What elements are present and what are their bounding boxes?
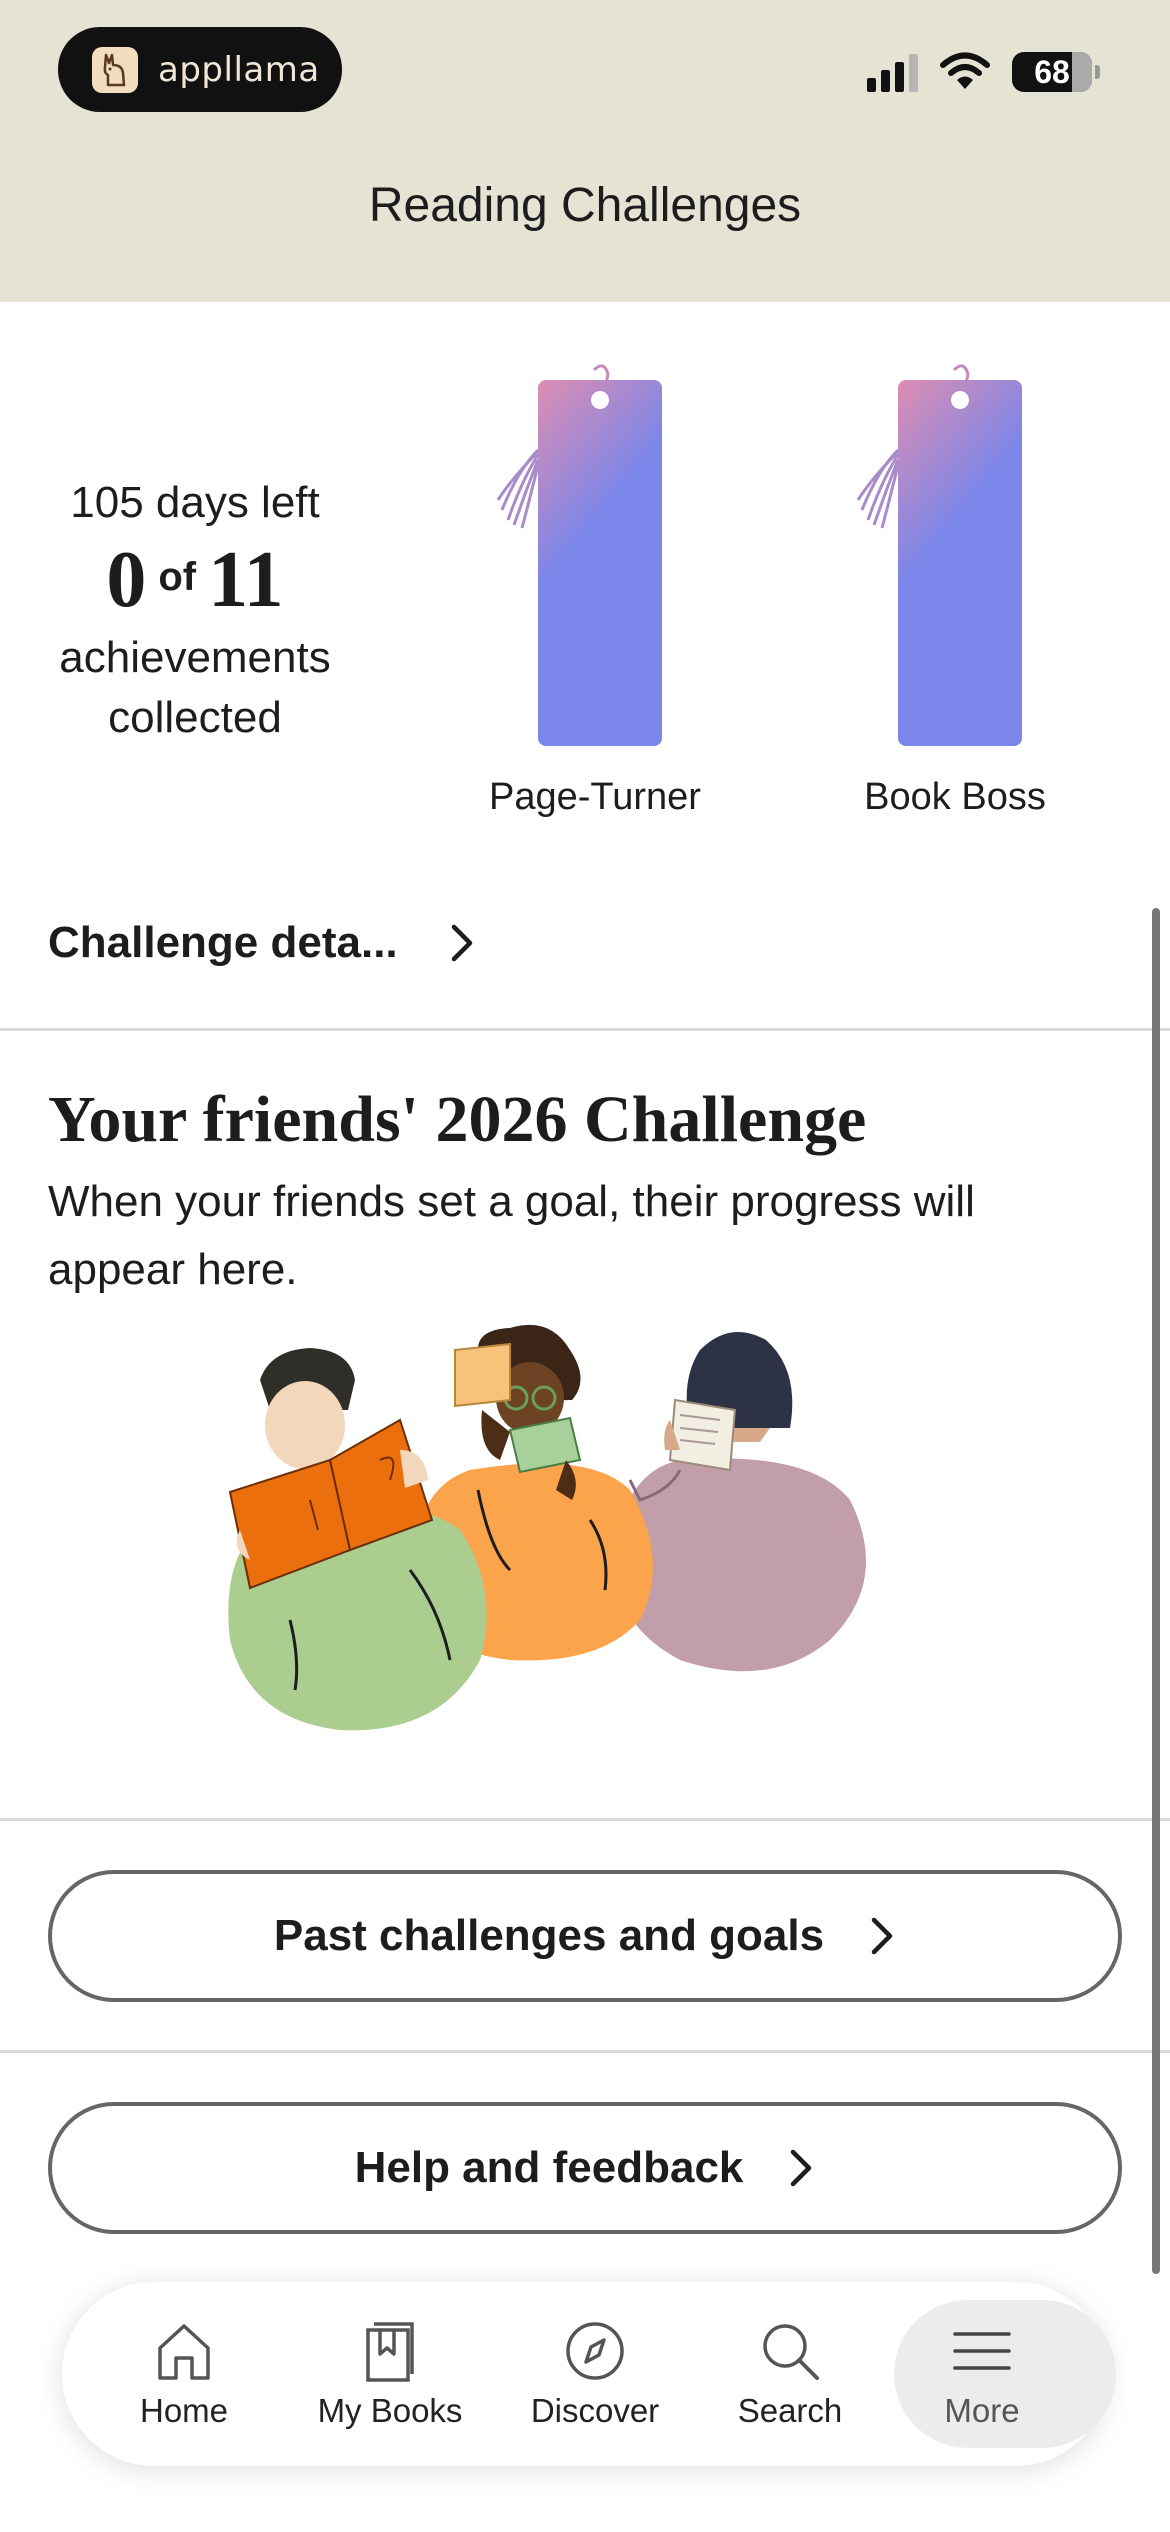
past-challenges-label: Past challenges and goals bbox=[273, 1911, 825, 1960]
bottom-tab-bar: Home My Books Discover Search More bbox=[62, 2282, 1116, 2466]
battery-icon: 68 bbox=[1012, 52, 1100, 92]
tab-my-books[interactable]: My Books bbox=[290, 2282, 490, 2466]
page-title: Reading Challenges bbox=[368, 179, 802, 232]
tab-label: Discover bbox=[530, 2392, 660, 2429]
total-count: 11 bbox=[208, 536, 284, 624]
collected-count: 0 bbox=[106, 536, 147, 624]
achievements-line2: collected bbox=[108, 693, 282, 742]
llama-logo-icon bbox=[92, 46, 138, 93]
friends-challenge-description: When your friends set a goal, their prog… bbox=[48, 1177, 975, 1294]
badge-page-turner-icon[interactable] bbox=[494, 360, 694, 750]
divider bbox=[0, 1028, 1170, 1031]
tab-label: Search bbox=[737, 2392, 843, 2429]
divider bbox=[0, 2050, 1170, 2053]
past-challenges-button[interactable]: Past challenges and goals bbox=[48, 1870, 1122, 2002]
search-icon bbox=[763, 2324, 819, 2380]
help-feedback-label: Help and feedback bbox=[354, 2143, 744, 2192]
compass-icon bbox=[566, 2322, 624, 2380]
home-icon bbox=[158, 2324, 210, 2380]
tab-label: My Books bbox=[317, 2392, 463, 2429]
status-icons: 68 bbox=[867, 52, 1100, 92]
challenge-details-label: Challenge deta... bbox=[48, 918, 398, 967]
tab-more[interactable]: More bbox=[882, 2282, 1116, 2466]
chevron-right-icon bbox=[791, 2149, 812, 2187]
tab-label: Home bbox=[139, 2392, 229, 2429]
badge-book-boss-icon[interactable] bbox=[854, 360, 1054, 750]
scrollbar[interactable] bbox=[1152, 908, 1160, 2274]
app-brand-pill: appllama bbox=[58, 27, 342, 112]
badge-label-book-boss: Book Boss bbox=[864, 776, 1046, 818]
friends-challenge-title: Your friends' 2026 Challenge bbox=[48, 1083, 867, 1156]
battery-level: 68 bbox=[1034, 53, 1070, 90]
brand-name: appllama bbox=[158, 49, 320, 90]
help-feedback-button[interactable]: Help and feedback bbox=[48, 2102, 1122, 2234]
bookmark-icon bbox=[366, 2322, 414, 2382]
count-of: of bbox=[158, 555, 197, 599]
chevron-right-icon bbox=[451, 924, 472, 962]
days-left: 105 days left bbox=[70, 478, 320, 527]
challenge-details-link[interactable]: Challenge deta... bbox=[48, 918, 476, 968]
friends-reading-illustration bbox=[228, 1324, 866, 1731]
achievements-line1: achievements bbox=[59, 633, 331, 682]
tab-discover[interactable]: Discover bbox=[495, 2282, 695, 2466]
tab-label: More bbox=[944, 2392, 1020, 2429]
menu-icon bbox=[953, 2332, 1011, 2370]
tab-home[interactable]: Home bbox=[84, 2282, 284, 2466]
divider bbox=[0, 1818, 1170, 1821]
achievement-count: 0 of 11 bbox=[30, 536, 360, 624]
top-header: appllama 68 Reading Challenges bbox=[0, 0, 1170, 302]
wifi-icon bbox=[940, 52, 990, 89]
cell-signal-icon bbox=[867, 52, 918, 92]
challenge-stats: 105 days left 0 of 11 achievements collect… bbox=[30, 478, 360, 748]
tab-search[interactable]: Search bbox=[690, 2282, 890, 2466]
chevron-right-icon bbox=[871, 1917, 893, 1955]
badge-label-page-turner: Page-Turner bbox=[489, 776, 701, 818]
